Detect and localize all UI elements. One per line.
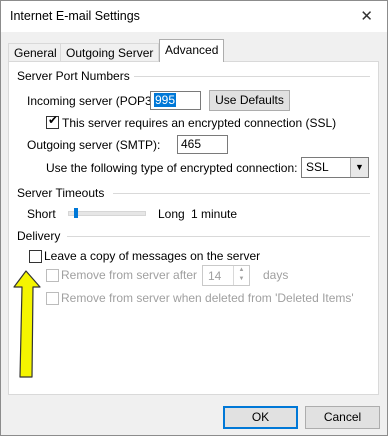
days-label: days xyxy=(263,268,289,282)
encryption-type-label: Use the following type of encrypted conn… xyxy=(46,161,298,175)
outgoing-server-label: Outgoing server (SMTP): xyxy=(27,138,161,152)
timeout-slider-thumb[interactable] xyxy=(74,208,79,218)
section-divider xyxy=(134,76,370,77)
title-bar: Internet E-mail Settings ✕ xyxy=(1,1,387,32)
remove-after-label: Remove from server after xyxy=(61,268,198,282)
encryption-type-select[interactable]: SSL ▼ xyxy=(301,157,369,178)
remove-after-days-stepper[interactable]: 14 ▲ ▼ xyxy=(202,265,250,286)
dialog-window: Internet E-mail Settings ✕ General Outgo… xyxy=(0,0,388,436)
spin-arrows[interactable]: ▲ ▼ xyxy=(233,266,249,285)
ssl-checkbox-label: This server requires an encrypted connec… xyxy=(62,116,337,130)
spin-down-icon: ▼ xyxy=(238,276,245,282)
incoming-port-value: 995 xyxy=(154,93,177,107)
window-title: Internet E-mail Settings xyxy=(10,9,140,23)
delivery-heading: Delivery xyxy=(17,229,61,243)
cancel-button[interactable]: Cancel xyxy=(305,406,380,429)
remove-after-days-value: 14 xyxy=(208,269,222,283)
check-icon: ✔ xyxy=(48,113,59,127)
advanced-panel: Server Port Numbers Incoming server (POP… xyxy=(8,61,379,395)
outgoing-port-input[interactable]: 465 xyxy=(177,135,228,154)
tab-outgoing-server[interactable]: Outgoing Server xyxy=(60,43,160,62)
timeout-long-label: Long xyxy=(158,207,185,221)
tab-advanced[interactable]: Advanced xyxy=(159,39,225,62)
timeout-slider-track[interactable] xyxy=(68,211,146,216)
yellow-arrow-annotation xyxy=(13,270,41,378)
remove-after-checkbox[interactable] xyxy=(46,269,59,282)
server-port-numbers-heading: Server Port Numbers xyxy=(17,69,130,83)
timeout-value: 1 minute xyxy=(191,207,238,221)
incoming-port-input[interactable]: 995 xyxy=(150,91,201,110)
timeout-short-label: Short xyxy=(27,207,56,221)
remove-deleted-checkbox[interactable] xyxy=(46,292,59,305)
ssl-checkbox[interactable]: ✔ xyxy=(46,113,59,129)
leave-copy-label: Leave a copy of messages on the server xyxy=(44,249,261,263)
section-divider xyxy=(67,236,370,237)
section-divider xyxy=(113,193,370,194)
remove-deleted-label: Remove from server when deleted from 'De… xyxy=(61,291,354,305)
ok-button[interactable]: OK xyxy=(223,406,298,429)
close-icon[interactable]: ✕ xyxy=(360,7,373,25)
encryption-type-value: SSL xyxy=(306,160,329,174)
spin-up-icon: ▲ xyxy=(238,267,245,273)
annotation-arrow-icon xyxy=(13,270,41,378)
use-defaults-button[interactable]: Use Defaults xyxy=(209,90,290,111)
tab-general[interactable]: General xyxy=(8,43,63,62)
incoming-server-label: Incoming server (POP3): xyxy=(27,94,160,108)
server-timeouts-heading: Server Timeouts xyxy=(17,186,105,200)
chevron-down-icon: ▼ xyxy=(350,158,368,177)
